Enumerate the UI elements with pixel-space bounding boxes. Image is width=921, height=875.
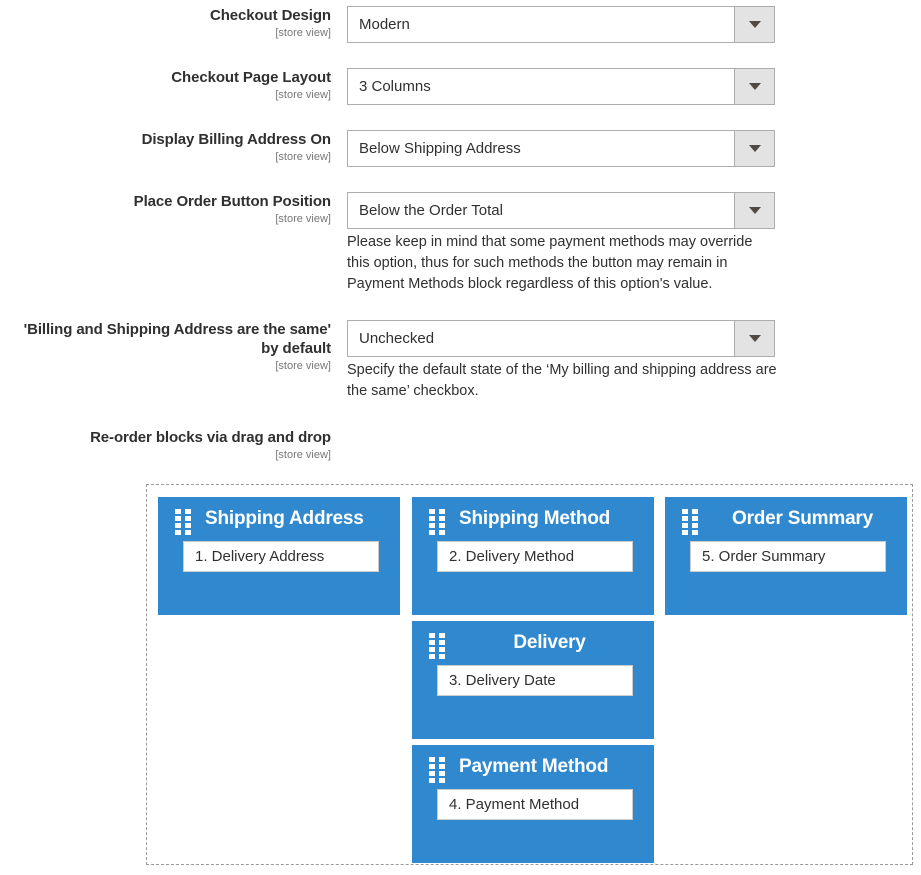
field-label: Display Billing Address On (141, 131, 331, 148)
block-item[interactable]: 5. Order Summary (690, 541, 886, 572)
block-item[interactable]: 4. Payment Method (437, 789, 633, 820)
chevron-down-icon[interactable] (734, 69, 774, 104)
block-header: Order Summary (665, 497, 907, 541)
block-title: Order Summary (731, 508, 873, 529)
block-header: Delivery (412, 621, 654, 665)
field-label-line-1: 'Billing and Shipping Address are the sa… (23, 321, 331, 338)
block-title: Delivery (513, 632, 586, 653)
block-body: 4. Payment Method (412, 789, 654, 840)
reorder-blocks-dropzone[interactable]: Shipping Address 1. Delivery Address Shi… (146, 484, 913, 865)
block-item[interactable]: 1. Delivery Address (183, 541, 379, 572)
field-label: Checkout Page Layout (171, 69, 331, 86)
block-body: 5. Order Summary (665, 541, 907, 592)
block-header: Shipping Method (412, 497, 654, 541)
chevron-down-icon[interactable] (734, 131, 774, 166)
block-shipping-address[interactable]: Shipping Address 1. Delivery Address (158, 497, 400, 615)
field-label: Place Order Button Position (133, 193, 331, 210)
drag-handle-icon[interactable] (429, 509, 447, 535)
select-checkout-design-value: Modern (359, 16, 410, 33)
label-checkout-page-layout: Checkout Page Layout [store view] (0, 68, 331, 102)
chevron-down-icon[interactable] (734, 321, 774, 356)
block-body: 3. Delivery Date (412, 665, 654, 716)
select-billing-shipping-same-default[interactable]: Unchecked (347, 320, 775, 357)
label-checkout-design: Checkout Design [store view] (0, 6, 331, 40)
select-checkout-page-layout[interactable]: 3 Columns (347, 68, 775, 105)
block-delivery[interactable]: Delivery 3. Delivery Date (412, 621, 654, 739)
select-place-order-button-position-value: Below the Order Total (359, 202, 503, 219)
block-title: Shipping Method (459, 508, 611, 529)
select-place-order-button-position[interactable]: Below the Order Total (347, 192, 775, 229)
select-billing-shipping-same-default-value: Unchecked (359, 330, 435, 347)
label-billing-shipping-same-default: 'Billing and Shipping Address are the sa… (0, 320, 331, 373)
block-header: Shipping Address (158, 497, 400, 541)
chevron-down-icon[interactable] (734, 193, 774, 228)
drag-handle-icon[interactable] (429, 633, 447, 659)
drag-handle-icon[interactable] (682, 509, 700, 535)
label-reorder-blocks: Re-order blocks via drag and drop [store… (0, 428, 331, 462)
field-label-line-2: by default (261, 340, 331, 357)
drag-handle-icon[interactable] (429, 757, 447, 783)
block-header: Payment Method (412, 745, 654, 789)
note-place-order-button-position: Please keep in mind that some payment me… (347, 234, 753, 292)
block-shipping-method[interactable]: Shipping Method 2. Delivery Method (412, 497, 654, 615)
drag-handle-icon[interactable] (175, 509, 193, 535)
note-billing-shipping-same-default: Specify the default state of the ‘My bil… (347, 362, 777, 399)
select-display-billing-address-on-value: Below Shipping Address (359, 140, 521, 157)
select-display-billing-address-on[interactable]: Below Shipping Address (347, 130, 775, 167)
label-place-order-button-position: Place Order Button Position [store view] (0, 192, 331, 226)
scope-label: [store view] (275, 449, 331, 461)
block-title: Shipping Address (205, 508, 364, 529)
block-order-summary[interactable]: Order Summary 5. Order Summary (665, 497, 907, 615)
block-item[interactable]: 3. Delivery Date (437, 665, 633, 696)
select-checkout-page-layout-value: 3 Columns (359, 78, 431, 95)
scope-label: [store view] (275, 151, 331, 163)
field-label: Re-order blocks via drag and drop (90, 429, 331, 446)
chevron-down-icon[interactable] (734, 7, 774, 42)
scope-label: [store view] (275, 360, 331, 372)
block-title: Payment Method (459, 756, 609, 777)
select-checkout-design[interactable]: Modern (347, 6, 775, 43)
block-body: 1. Delivery Address (158, 541, 400, 592)
block-item[interactable]: 2. Delivery Method (437, 541, 633, 572)
scope-label: [store view] (275, 27, 331, 39)
block-payment-method[interactable]: Payment Method 4. Payment Method (412, 745, 654, 863)
block-body: 2. Delivery Method (412, 541, 654, 592)
scope-label: [store view] (275, 213, 331, 225)
label-display-billing-address-on: Display Billing Address On [store view] (0, 130, 331, 164)
field-label: Checkout Design (209, 7, 331, 24)
scope-label: [store view] (275, 89, 331, 101)
